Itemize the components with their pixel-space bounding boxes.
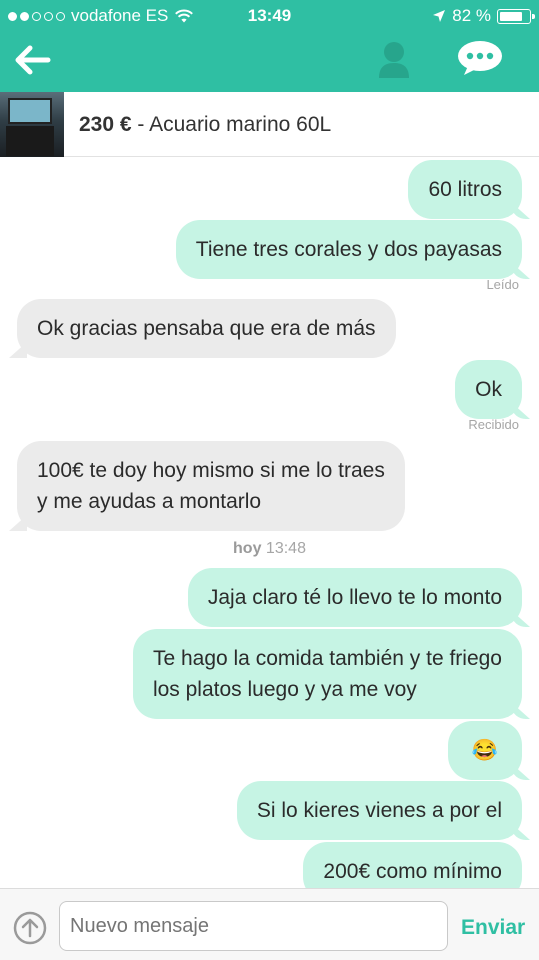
- location-arrow-icon: [433, 10, 446, 22]
- message-text: Si lo kieres vienes a por el: [256, 799, 502, 822]
- laughing-emoji-icon: 😂: [471, 739, 498, 762]
- battery-percent: 82 %: [452, 6, 491, 25]
- message-text: 200€ como mínimo: [323, 860, 502, 883]
- item-thumbnail[interactable]: [0, 92, 64, 157]
- user-icon[interactable]: [376, 40, 412, 80]
- message-outgoing: 60 litros: [408, 160, 522, 219]
- day-separator: hoy 13:48: [0, 540, 539, 558]
- back-arrow-icon[interactable]: [12, 42, 52, 78]
- title-separator: -: [131, 113, 150, 136]
- send-button[interactable]: Enviar: [461, 916, 525, 940]
- message-text-line: Te hago la comida también y te friego: [152, 647, 502, 670]
- message-input[interactable]: [59, 901, 448, 951]
- item-header[interactable]: 230 € - Acuario marino 60L: [0, 92, 539, 157]
- day-label: hoy: [233, 540, 262, 557]
- chat-bubble-icon[interactable]: [456, 40, 504, 76]
- message-outgoing: Si lo kieres vienes a por el: [236, 781, 522, 840]
- item-price: 230 €: [79, 113, 132, 136]
- day-time: 13:48: [265, 540, 306, 557]
- arrow-up-circle-icon[interactable]: [13, 911, 47, 945]
- top-bar: vodafone ES 13:49 82 %: [0, 0, 539, 92]
- message-text: 60 litros: [428, 178, 502, 201]
- message-text: Tiene tres corales y dos payasas: [195, 238, 502, 261]
- message-list[interactable]: 60 litros Tiene tres corales y dos payas…: [0, 157, 539, 888]
- compose-bar: Enviar: [0, 888, 539, 960]
- message-outgoing: Te hago la comida también y te friego lo…: [132, 629, 522, 719]
- item-title: 230 € - Acuario marino 60L: [79, 113, 331, 137]
- message-text-line: 100€ te doy hoy mismo si me lo traes: [37, 459, 385, 482]
- status-right: 82 %: [432, 6, 535, 26]
- message-text: Ok gracias pensaba que era de más: [37, 317, 376, 340]
- read-receipt: Leído: [486, 277, 519, 292]
- item-name: Acuario marino 60L: [149, 113, 332, 136]
- battery-icon: [497, 8, 535, 24]
- message-text: Jaja claro té lo llevo te lo monto: [207, 586, 502, 609]
- message-text-line: y me ayudas a montarlo: [37, 490, 262, 513]
- message-incoming: Ok gracias pensaba que era de más: [17, 299, 396, 358]
- status-bar: vodafone ES 13:49 82 %: [0, 0, 539, 32]
- message-outgoing: Jaja claro té lo llevo te lo monto: [187, 568, 522, 627]
- message-incoming: 100€ te doy hoy mismo si me lo traes y m…: [17, 441, 405, 531]
- message-outgoing: 😂: [447, 721, 522, 780]
- message-text: Ok: [475, 378, 502, 401]
- message-text-line: los platos luego y ya me voy: [152, 678, 417, 701]
- message-outgoing: Tiene tres corales y dos payasas: [175, 220, 522, 279]
- message-outgoing: Ok: [455, 360, 522, 419]
- message-outgoing: 200€ como mínimo: [303, 842, 522, 888]
- delivered-receipt: Recibido: [468, 417, 519, 432]
